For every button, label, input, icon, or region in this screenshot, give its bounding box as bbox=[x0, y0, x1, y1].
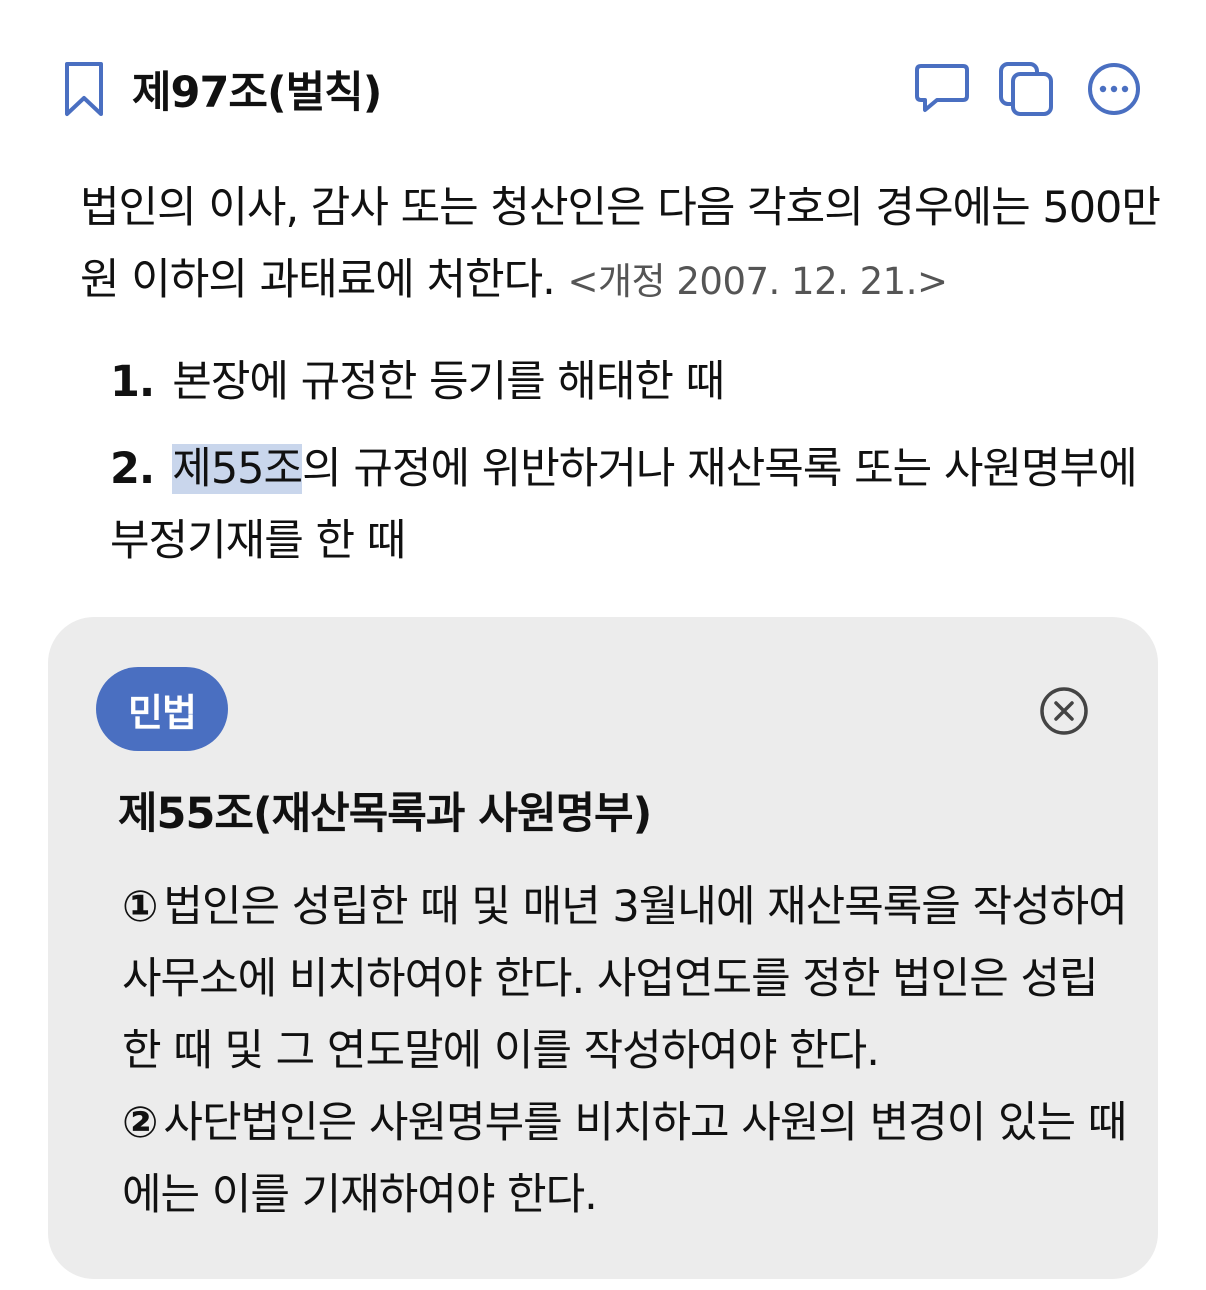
item-number: 1. bbox=[110, 357, 155, 407]
popup-title: 제55조(재산목록과 사원명부) bbox=[118, 789, 652, 839]
item-number: 2. bbox=[110, 444, 155, 494]
article-reference-link[interactable]: 제55조 bbox=[172, 444, 303, 494]
list-item: 2. 제55조의 규정에 위반하거나 재산목록 또는 사원명부에 부정기재를 한 … bbox=[110, 433, 1170, 577]
popup-body: ① 법인은 성립한 때 및 매년 3월내에 재산목록을 작성하여 사무소에 비치하… bbox=[122, 871, 1132, 1231]
close-icon[interactable] bbox=[1038, 685, 1090, 737]
more-icon[interactable] bbox=[1085, 60, 1143, 118]
clause-mark: ① bbox=[122, 882, 158, 932]
reference-popup-card: 민법 제55조(재산목록과 사원명부) ① 법인은 성립한 때 및 매년 3월내에… bbox=[48, 617, 1158, 1279]
page-title: 제97조(벌칙) bbox=[132, 68, 382, 118]
copy-icon[interactable] bbox=[997, 60, 1055, 118]
clause: ① 법인은 성립한 때 및 매년 3월내에 재산목록을 작성하여 사무소에 비치하… bbox=[122, 871, 1132, 1087]
header: 제97조(벌칙) bbox=[0, 0, 1206, 180]
item-text: 본장에 규정한 등기를 해태한 때 bbox=[172, 357, 725, 407]
clause-text: 법인은 성립한 때 및 매년 3월내에 재산목록을 작성하여 사무소에 비치하여… bbox=[122, 882, 1128, 1076]
article-paragraph: 법인의 이사, 감사 또는 청산인은 다음 각호의 경우에는 500만원 이하의… bbox=[80, 172, 1161, 318]
amendment-note: <개정 2007. 12. 21.> bbox=[567, 260, 948, 303]
clause: ② 사단법인은 사원명부를 비치하고 사원의 변경이 있는 때에는 이를 기재하여… bbox=[122, 1087, 1132, 1231]
law-badge: 민법 bbox=[96, 667, 228, 751]
comment-icon[interactable] bbox=[913, 60, 971, 118]
clause-mark: ② bbox=[122, 1098, 158, 1148]
clause-text: 사단법인은 사원명부를 비치하고 사원의 변경이 있는 때에는 이를 기재하여야… bbox=[122, 1098, 1127, 1220]
bookmark-icon[interactable] bbox=[62, 60, 106, 118]
list-item: 1. 본장에 규정한 등기를 해태한 때 bbox=[110, 346, 1170, 418]
